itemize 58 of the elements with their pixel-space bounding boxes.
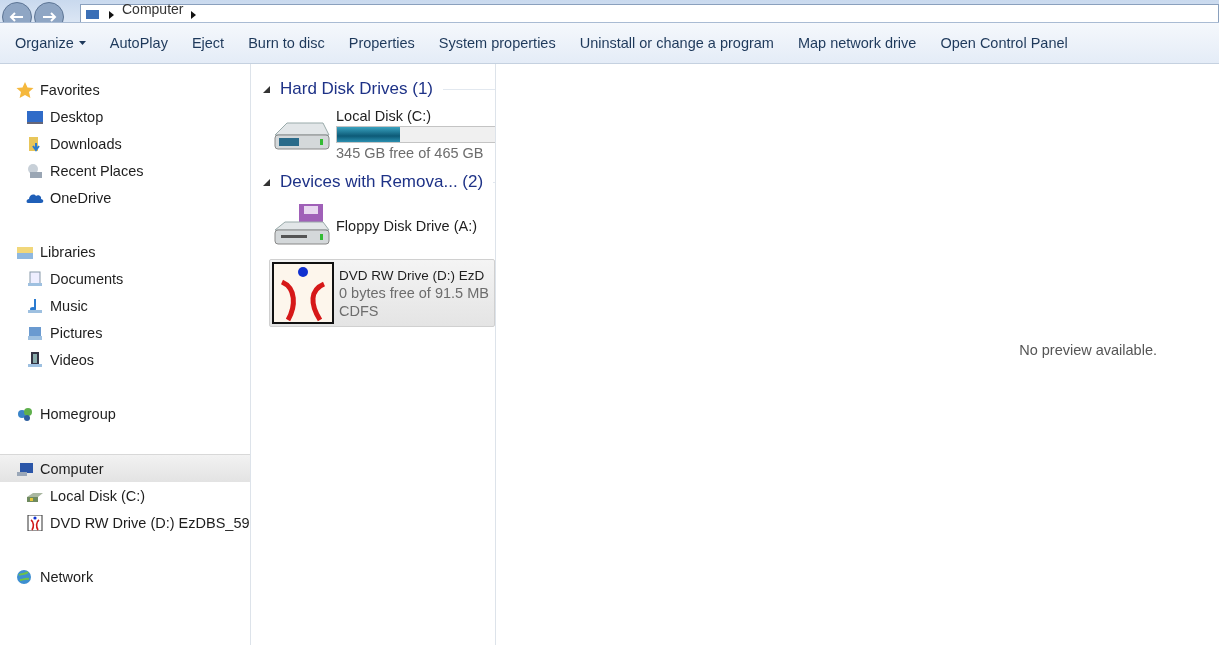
toolbar-button[interactable]: System properties — [427, 35, 567, 51]
back-arrow-icon — [9, 11, 25, 22]
video-icon — [26, 351, 44, 368]
nav-item[interactable]: Desktop — [0, 103, 250, 130]
homegroup-icon — [16, 405, 34, 422]
nav-item[interactable]: OneDrive — [0, 184, 250, 211]
toolbar-button[interactable]: Eject — [180, 35, 236, 51]
music-icon — [26, 297, 44, 314]
breadcrumb-arrow-icon[interactable] — [109, 11, 114, 19]
nav-item[interactable]: Documents — [0, 265, 250, 292]
toolbar-button[interactable]: AutoPlay — [98, 35, 179, 51]
breadcrumb-item[interactable]: Computer — [122, 2, 184, 16]
pictures-icon — [26, 324, 44, 341]
desktop-icon — [26, 108, 44, 125]
breadcrumb-arrow-icon[interactable] — [191, 11, 197, 19]
group-title: Devices with Remova... (2) — [280, 172, 484, 192]
nav-group[interactable]: Libraries — [0, 238, 250, 265]
nav-group[interactable]: Favorites — [0, 76, 250, 103]
free-space-text: 0 bytes free of 91.5 MB — [339, 284, 490, 301]
drive-name: DVD RW Drive (D:) EzD — [339, 267, 486, 283]
group-header[interactable]: Devices with Remova... (2) — [251, 169, 495, 195]
drive-tile[interactable]: Floppy Disk Drive (A:) — [269, 199, 495, 253]
nav-group[interactable]: Computer — [0, 454, 250, 482]
toolbar-button[interactable]: Map network drive — [786, 35, 928, 51]
nav-group[interactable]: Homegroup — [0, 400, 250, 427]
disc-logo-icon — [272, 262, 334, 324]
toolbar-button[interactable]: Burn to disc — [237, 35, 336, 51]
forward-arrow-icon — [41, 11, 57, 22]
nav-item[interactable]: Videos — [0, 346, 250, 373]
toolbar-button[interactable]: Properties — [337, 35, 426, 51]
computer-icon — [85, 10, 101, 20]
nav-item[interactable]: Downloads — [0, 130, 250, 157]
network-icon — [16, 568, 34, 585]
computer-icon — [16, 460, 34, 477]
free-space-text: 345 GB free of 465 GB — [336, 145, 485, 161]
star-icon — [16, 81, 34, 98]
nav-item[interactable]: Music — [0, 292, 250, 319]
toolbar-button[interactable]: Organize — [4, 35, 97, 51]
file-system-text: CDFS — [339, 302, 380, 319]
document-icon — [26, 270, 44, 287]
drive-name: Local Disk (C:) — [336, 108, 433, 124]
nav-item[interactable]: Pictures — [0, 319, 250, 346]
drive-name: Floppy Disk Drive (A:) — [336, 218, 478, 234]
nav-item[interactable]: DVD RW Drive (D:) EzDBS_59 — [0, 509, 250, 536]
nav-item[interactable]: Local Disk (C:) — [0, 482, 250, 509]
group-header[interactable]: Hard Disk Drives (1) — [251, 76, 495, 102]
nav-group[interactable]: Network — [0, 563, 250, 590]
address-bar[interactable]: Computer — [80, 4, 1219, 22]
toolbar-button[interactable]: Open Control Panel — [929, 35, 1079, 51]
preview-message: No preview available. — [1019, 341, 1157, 358]
drive-tile[interactable]: Local Disk (C:) 345 GB free of 465 GB — [269, 106, 495, 163]
group-title: Hard Disk Drives (1) — [280, 79, 434, 99]
caret-icon — [78, 41, 86, 45]
nav-item[interactable]: Recent Places — [0, 157, 250, 184]
dvd-icon — [26, 514, 44, 531]
drive-tile[interactable]: DVD RW Drive (D:) EzD 0 bytes free of 91.5 MB CDFS — [269, 259, 495, 327]
toolbar-button[interactable]: Uninstall or change a program — [568, 35, 785, 51]
floppy-drive-icon — [273, 204, 331, 248]
